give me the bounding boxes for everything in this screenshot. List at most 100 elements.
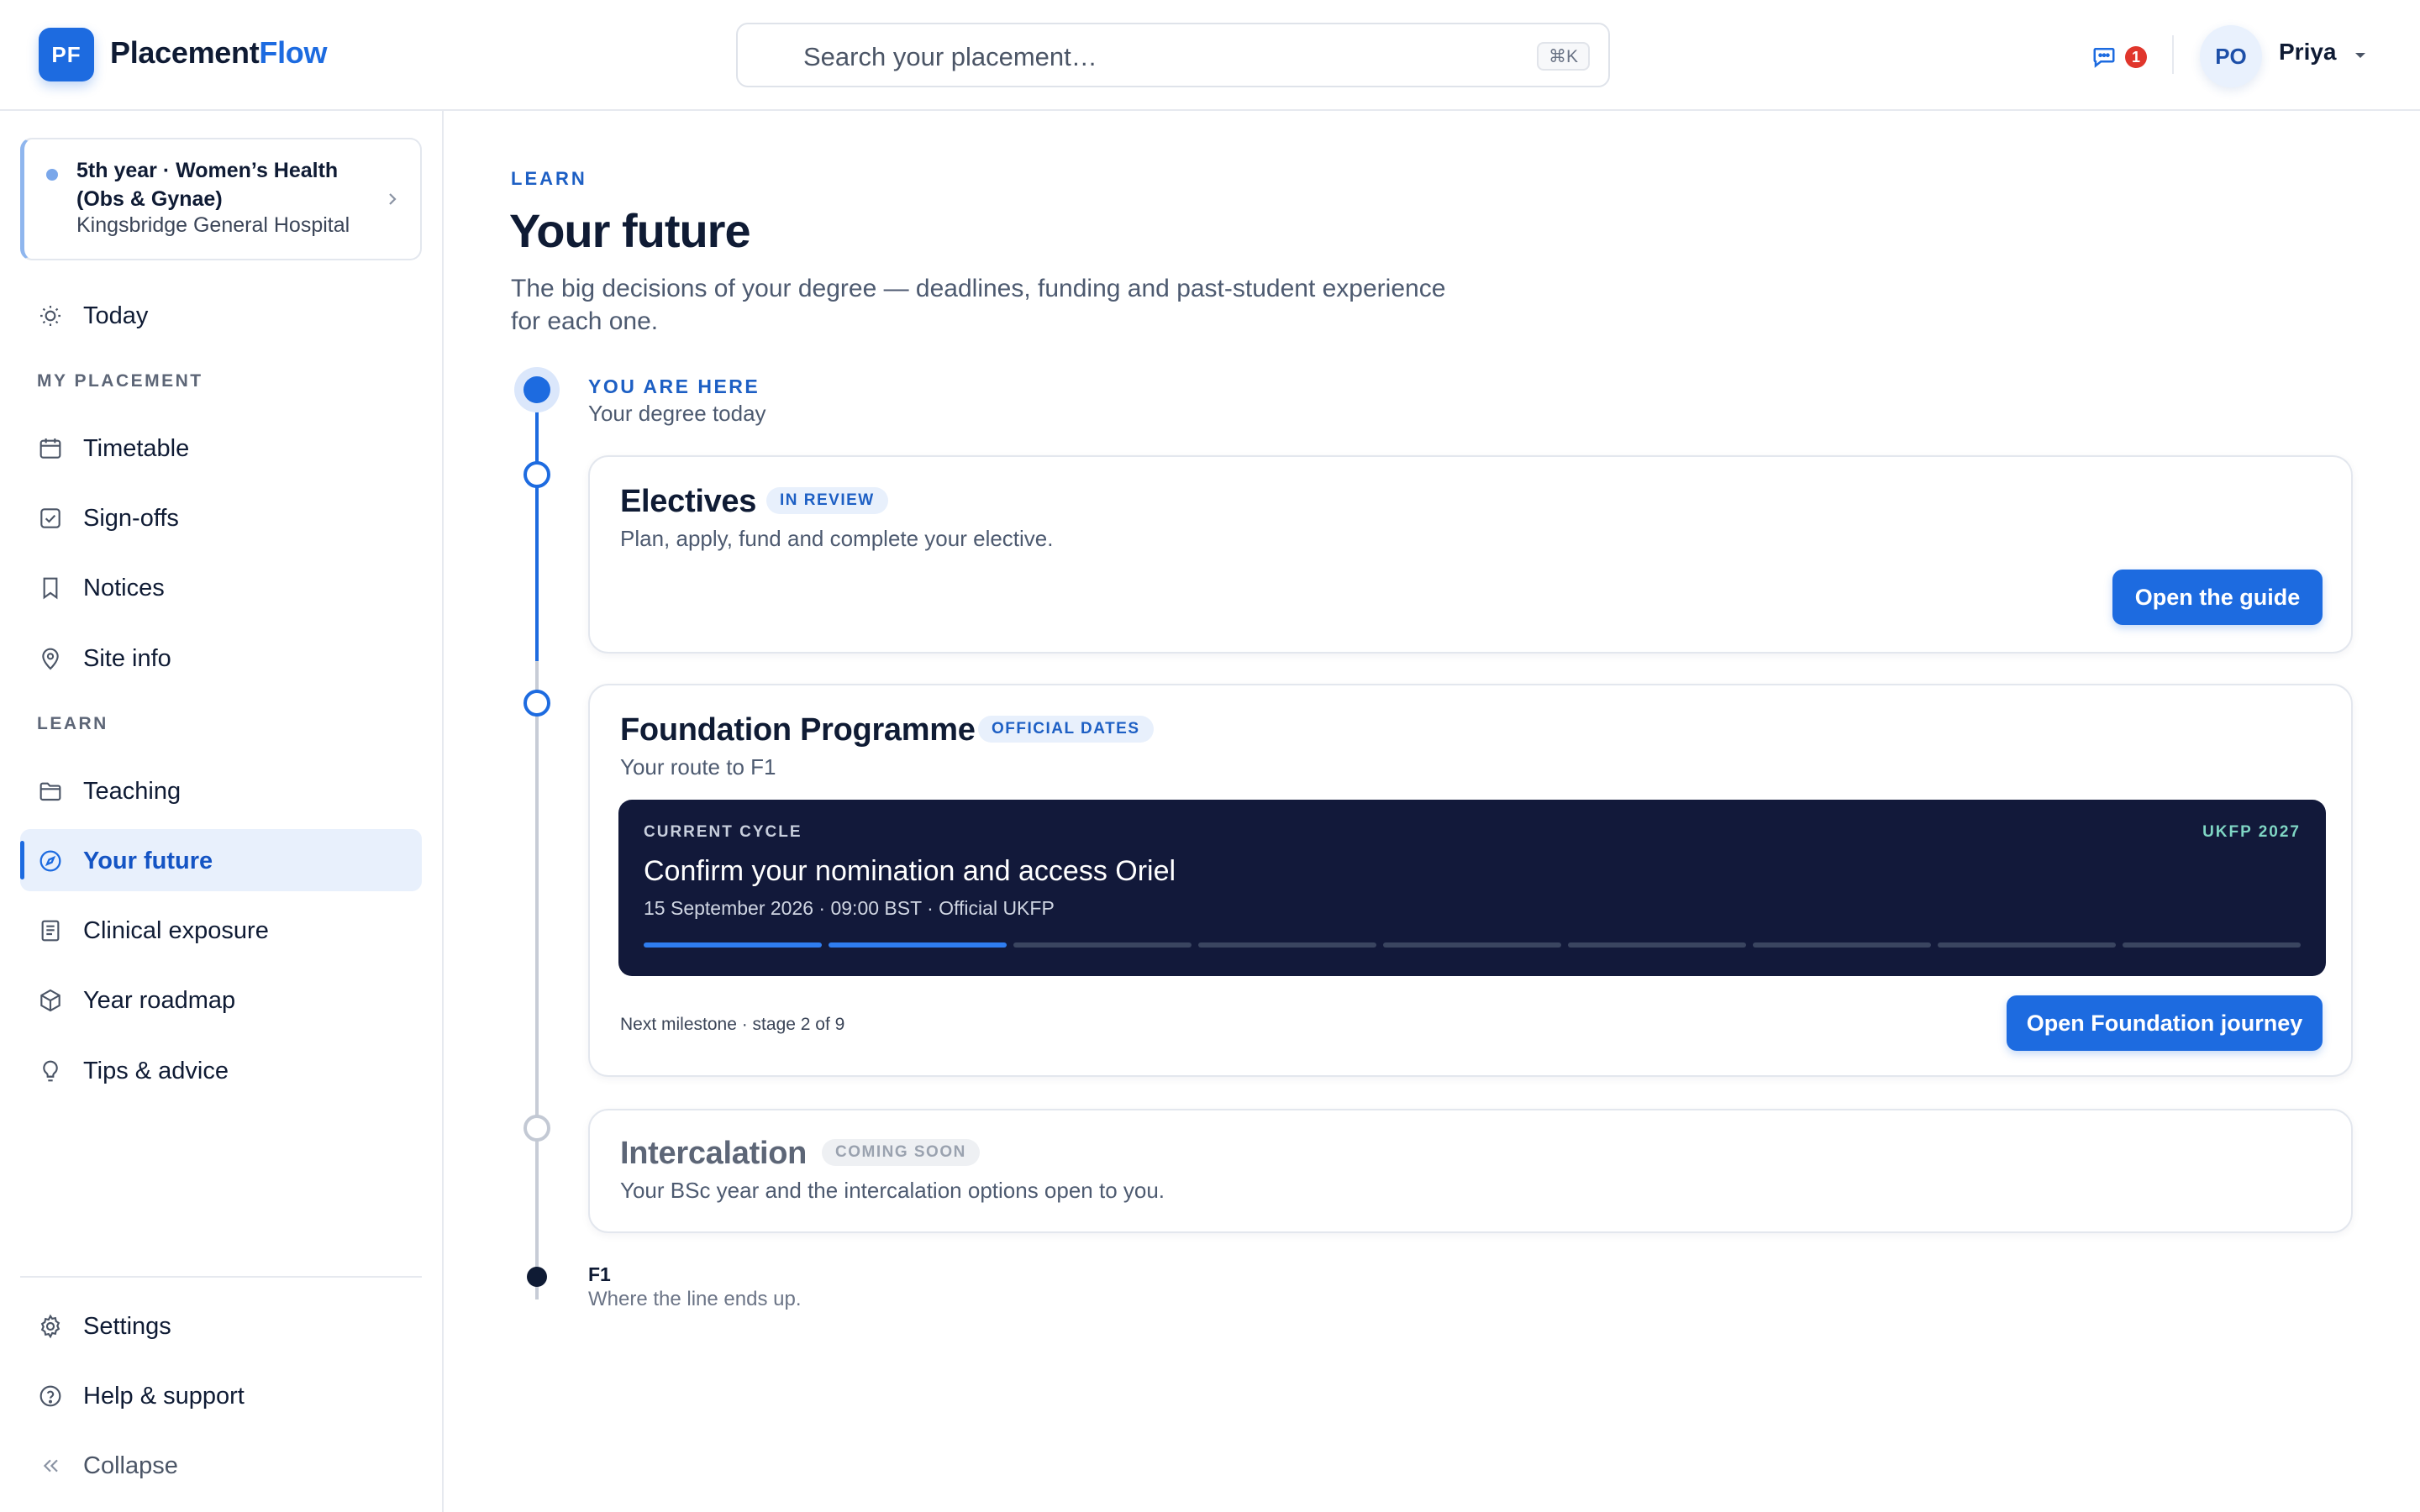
sidebar-collapse-button[interactable]: Collapse: [20, 1434, 422, 1496]
electives-card: Electives IN REVIEW Plan, apply, fund an…: [588, 455, 2353, 654]
sidebar-item-help-support[interactable]: Help & support: [20, 1364, 422, 1426]
progress-segment: [1753, 942, 1931, 948]
app-name-part1: Placement: [110, 35, 260, 70]
timeline-end-subtitle: Where the line ends up.: [588, 1288, 802, 1310]
checkbox-icon: [40, 508, 60, 528]
cycle-tag: UKFP 2027: [2202, 823, 2301, 841]
top-header: PF PlacementFlow Search your placement… …: [0, 0, 2420, 111]
app-name[interactable]: PlacementFlow: [110, 35, 327, 71]
sidebar-item-label: Site info: [83, 645, 171, 672]
document-icon: [41, 920, 60, 942]
sidebar-item-label: Today: [83, 302, 149, 329]
sidebar-item-label: Sign-offs: [83, 505, 179, 532]
search-placeholder: Search your placement…: [803, 42, 1097, 71]
progress-segment: [2123, 942, 2301, 948]
sun-icon: [40, 306, 60, 326]
sidebar-item-label: Your future: [83, 848, 213, 874]
search-input[interactable]: Search your placement… ⌘K: [736, 23, 1610, 87]
stage-progress-bar: [644, 942, 2301, 948]
avatar[interactable]: PO: [2200, 25, 2262, 87]
current-cycle-panel: CURRENT CYCLE UKFP 2027 Confirm your nom…: [618, 800, 2326, 976]
app-name-part2: Flow: [259, 35, 328, 70]
cycle-eyebrow: CURRENT CYCLE: [644, 823, 802, 841]
compass-icon: [39, 850, 61, 872]
next-milestone-text: Next milestone · stage 2 of 9: [620, 1015, 845, 1034]
status-badge: COMING SOON: [822, 1139, 980, 1166]
card-subtitle: Your BSc year and the intercalation opti…: [620, 1178, 1165, 1203]
search-icon: [765, 46, 786, 67]
open-guide-button[interactable]: Open the guide: [2112, 570, 2323, 625]
progress-segment: [1568, 942, 1746, 948]
map-pin-icon: [42, 648, 59, 670]
page-subtitle: The big decisions of your degree — deadl…: [511, 275, 1446, 335]
cube-icon: [40, 989, 60, 1012]
progress-segment: [1198, 942, 1376, 948]
section-heading-learn: LEARN: [37, 714, 108, 733]
timeline-node-intercalation: [523, 1115, 550, 1142]
sidebar-item-label: Timetable: [83, 435, 190, 462]
progress-segment: [1013, 942, 1192, 948]
sidebar-item-teaching[interactable]: Teaching: [20, 759, 422, 822]
placement-site: Kingsbridge General Hospital: [76, 213, 350, 237]
chevron-down-icon[interactable]: [2351, 50, 2370, 61]
sidebar-item-clinical-exposure[interactable]: Clinical exposure: [20, 899, 422, 961]
card-subtitle: Plan, apply, fund and complete your elec…: [620, 526, 1054, 551]
sidebar-item-your-future[interactable]: Your future: [20, 829, 422, 891]
status-badge: OFFICIAL DATES: [978, 716, 1154, 743]
section-heading-my-placement: MY PLACEMENT: [37, 371, 203, 391]
search-shortcut-hint: ⌘K: [1536, 42, 1590, 71]
progress-segment: [644, 942, 822, 948]
sidebar-item-sign-offs[interactable]: Sign-offs: [20, 486, 422, 549]
card-title: Electives: [620, 484, 757, 519]
timeline-current-node: [523, 376, 550, 403]
sidebar-item-label: Collapse: [83, 1452, 178, 1479]
double-chevron-left-icon: [43, 1459, 58, 1473]
page-eyebrow: LEARN: [511, 168, 587, 189]
sidebar-item-label: Teaching: [83, 778, 182, 805]
app-logo[interactable]: PF: [39, 28, 94, 81]
sidebar-item-today[interactable]: Today: [20, 284, 422, 346]
sidebar: 5th year · Women’s Health (Obs & Gynae) …: [0, 111, 444, 1512]
placement-status-dot: [46, 169, 58, 181]
card-title: Intercalation: [620, 1136, 808, 1171]
progress-segment: [1383, 942, 1561, 948]
card-title: Foundation Programme: [620, 712, 976, 748]
current-placement-card[interactable]: 5th year · Women’s Health (Obs & Gynae) …: [20, 138, 422, 260]
timeline-end-title: F1: [588, 1263, 611, 1285]
cycle-title: Confirm your nomination and access Oriel: [644, 855, 1176, 887]
timeline-node-electives: [523, 461, 550, 488]
foundation-programme-card: Foundation Programme OFFICIAL DATES Your…: [588, 684, 2353, 1077]
timeline-track-upcoming: [535, 661, 539, 1299]
header-divider: [2172, 35, 2174, 74]
sidebar-item-label: Notices: [83, 575, 165, 601]
you-are-here-subtitle: Your degree today: [588, 401, 766, 426]
card-subtitle: Your route to F1: [620, 754, 776, 780]
calendar-icon: [39, 438, 61, 459]
page-title: Your future: [509, 204, 751, 257]
sidebar-item-settings[interactable]: Settings: [20, 1294, 422, 1357]
chat-bubble-icon[interactable]: [2091, 44, 2118, 69]
sidebar-item-notices[interactable]: Notices: [20, 556, 422, 618]
sidebar-item-label: Help & support: [83, 1383, 245, 1410]
cycle-meta: 15 September 2026 · 09:00 BST · Official…: [644, 897, 1055, 919]
sidebar-item-timetable[interactable]: Timetable: [20, 417, 422, 479]
sidebar-item-label: Year roadmap: [83, 987, 236, 1014]
gear-icon: [40, 1314, 60, 1339]
sidebar-divider: [20, 1276, 422, 1278]
placement-title: 5th year · Women’s Health (Obs & Gynae): [76, 159, 339, 211]
sidebar-item-site-info[interactable]: Site info: [20, 627, 422, 689]
progress-segment: [829, 942, 1007, 948]
sidebar-item-tips-advice[interactable]: Tips & advice: [20, 1039, 422, 1101]
open-foundation-journey-button[interactable]: Open Foundation journey: [2007, 995, 2323, 1051]
folder-icon: [39, 782, 61, 801]
timeline-end-node: [527, 1267, 547, 1287]
messages-count-badge: 1: [2125, 46, 2147, 68]
lightbulb-icon: [43, 1060, 58, 1082]
sidebar-item-year-roadmap[interactable]: Year roadmap: [20, 969, 422, 1031]
intercalation-card: Intercalation COMING SOON Your BSc year …: [588, 1109, 2353, 1233]
you-are-here-label: YOU ARE HERE: [588, 375, 760, 397]
timeline-track-completed: [535, 388, 539, 661]
sidebar-item-label: Tips & advice: [83, 1058, 229, 1084]
user-name[interactable]: Priya: [2279, 39, 2337, 66]
progress-segment: [1938, 942, 2116, 948]
